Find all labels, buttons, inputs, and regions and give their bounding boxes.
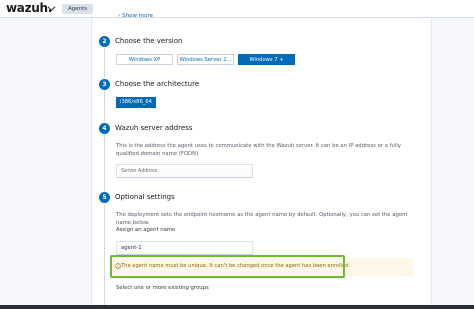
step-5-badge: 5 [99, 192, 110, 203]
bottom-bar [0, 305, 474, 309]
optional-settings-description: The deployment sets the endpoint hostnam… [116, 212, 408, 226]
step-3-badge: 3 [99, 79, 110, 90]
show-more-label: Show more [122, 13, 154, 19]
server-address-input[interactable] [116, 164, 253, 178]
architecture-option-i386-x86-64[interactable]: i386/x86_64 [116, 97, 156, 108]
step-connector [104, 90, 105, 122]
step-4-title: Wazuh server address [115, 124, 193, 132]
groups-label: Select one or more existing groups [116, 285, 209, 291]
step-connector [104, 204, 105, 309]
agent-name-input[interactable]: agent-1 [116, 241, 253, 255]
version-option-windows-xp[interactable]: Windows XP [116, 54, 173, 65]
highlight-box [110, 255, 345, 278]
version-option-windows-server[interactable]: Windows Server 2... [177, 54, 234, 65]
breadcrumb-agents[interactable]: Agents [62, 4, 94, 14]
step-4-badge: 4 [99, 123, 110, 134]
version-option-windows-7[interactable]: Windows 7 + [238, 54, 295, 65]
agent-name-label: Assign an agent name [116, 227, 176, 233]
version-button-group: Windows XP Windows Server 2... Windows 7… [116, 54, 299, 65]
show-more-link[interactable]: › Show more [118, 13, 153, 19]
top-bar: wazuh. Agents [0, 0, 474, 18]
step-2-badge: 2 [99, 36, 110, 47]
chevron-right-icon: › [118, 13, 121, 19]
server-address-description: This is the address the agent uses to co… [116, 143, 401, 157]
chevron-down-icon[interactable] [47, 4, 56, 13]
step-2-title: Choose the version [115, 37, 183, 45]
step-5-title: Optional settings [115, 193, 175, 201]
step-connector [104, 48, 105, 78]
wazuh-logo[interactable]: wazuh. [6, 1, 52, 15]
step-3-title: Choose the architecture [115, 80, 200, 88]
step-connector [104, 134, 105, 192]
